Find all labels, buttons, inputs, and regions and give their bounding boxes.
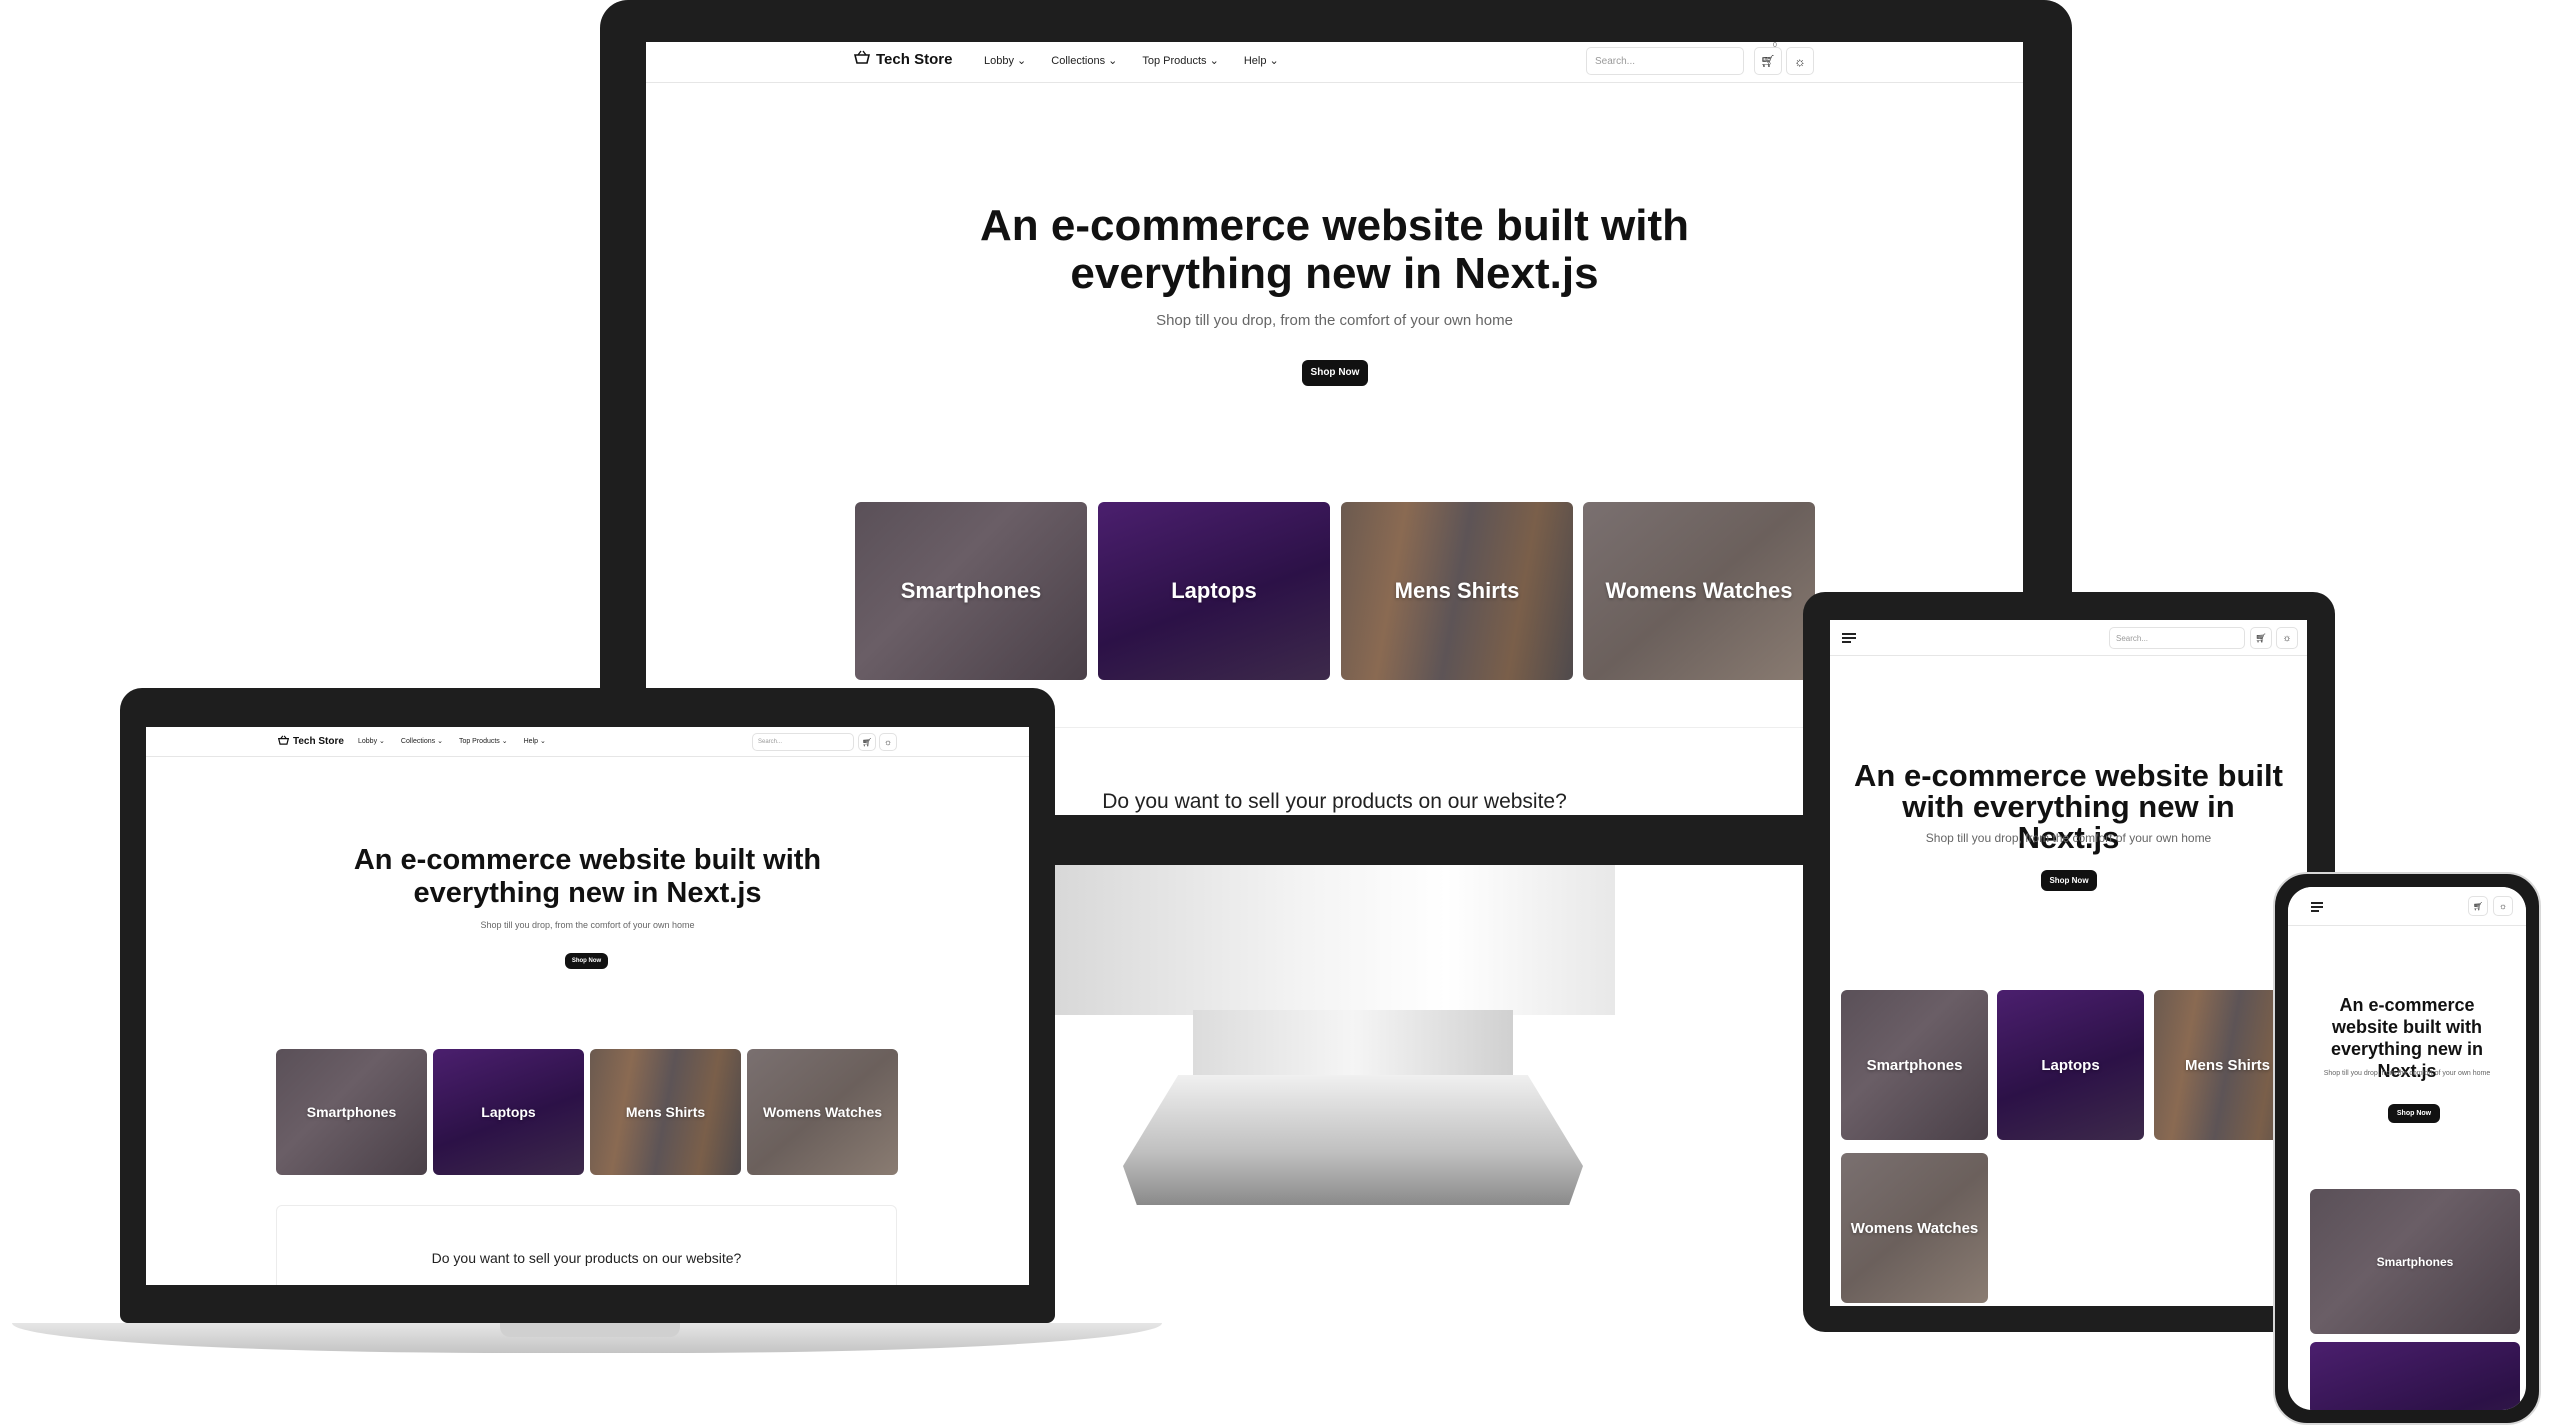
category-card-smartphones[interactable]: Smartphones <box>2310 1189 2520 1334</box>
category-card-laptops[interactable]: Laptops <box>2310 1342 2520 1410</box>
theme-toggle-button[interactable]: ☼ <box>2493 896 2513 916</box>
cart-button[interactable]: 🛒︎ <box>2250 627 2272 649</box>
sell-prompt: Do you want to sell your products on our… <box>431 1250 742 1266</box>
category-card-laptops[interactable]: Laptops <box>433 1049 584 1175</box>
category-card-laptops[interactable]: Laptops <box>1997 990 2144 1140</box>
category-card-laptops[interactable]: Laptops <box>1098 502 1330 680</box>
menu-top-products[interactable]: Top Products ⌄ <box>1142 54 1218 67</box>
category-card-mens-shirts[interactable]: Mens Shirts <box>1341 502 1573 680</box>
theme-toggle-button[interactable]: ☼ <box>1786 47 1814 75</box>
sun-icon: ☼ <box>1794 53 1806 69</box>
menu-lobby[interactable]: Lobby ⌄ <box>984 54 1026 67</box>
cart-icon: 🛒︎ <box>861 737 873 747</box>
menu-collections[interactable]: Collections ⌄ <box>1051 54 1117 67</box>
navbar: Tech Store Lobby ⌄ Collections ⌄ Top Pro… <box>646 42 2023 83</box>
brand-name: Tech Store <box>293 736 344 747</box>
navbar: 🛒︎ ☼ <box>2288 887 2526 926</box>
hero-subtitle: Shop till you drop, from the comfort of … <box>2323 1070 2491 1077</box>
search-input[interactable]: Search... <box>752 733 854 751</box>
menu-lobby[interactable]: Lobby ⌄ <box>358 737 385 745</box>
laptop-screen: Tech Store Lobby ⌄ Collections ⌄ Top Pro… <box>146 727 1029 1285</box>
cart-button[interactable]: 🛒︎ <box>858 733 876 751</box>
brand-logo[interactable]: Tech Store <box>853 50 953 68</box>
hero-subtitle: Shop till you drop, from the comfort of … <box>480 920 695 930</box>
shop-now-button[interactable]: Shop Now <box>565 953 608 969</box>
hero-subtitle: Shop till you drop, from the comfort of … <box>1925 831 2212 845</box>
shop-now-button[interactable]: Shop Now <box>1302 360 1368 386</box>
cart-icon: 🛒︎ <box>2472 901 2484 911</box>
menu-help[interactable]: Help ⌄ <box>524 737 546 745</box>
category-card-womens-watches[interactable]: Womens Watches <box>1841 1153 1988 1303</box>
shop-now-button[interactable]: Shop Now <box>2388 1104 2440 1123</box>
brand-name: Tech Store <box>876 50 953 68</box>
cart-button[interactable]: 🛒︎ <box>1754 47 1782 75</box>
shop-now-button[interactable]: Shop Now <box>2041 870 2097 891</box>
sell-section-card: Do you want to sell your products on our… <box>276 1205 897 1285</box>
sun-icon: ☼ <box>2498 901 2508 911</box>
hamburger-menu-icon[interactable] <box>2311 902 2323 914</box>
navbar: Search... 🛒︎ ☼ <box>1830 620 2307 656</box>
menu-top-products[interactable]: Top Products ⌄ <box>459 737 508 745</box>
tablet-screen: Search... 🛒︎ ☼ An e-commerce website bui… <box>1830 620 2307 1306</box>
sun-icon: ☼ <box>2282 632 2292 644</box>
cart-icon: 🛒︎ <box>1760 54 1776 68</box>
hero-title: An e-commerce website built with everyth… <box>353 844 822 909</box>
phone-screen: 🛒︎ ☼ An e-commerce website built with ev… <box>2288 887 2526 1410</box>
hero-title: An e-commerce website built with everyth… <box>2330 995 2484 1081</box>
hero-title: An e-commerce website built with everyth… <box>979 201 1690 298</box>
hero-subtitle: Shop till you drop, from the comfort of … <box>1156 312 1513 329</box>
category-card-womens-watches[interactable]: Womens Watches <box>747 1049 898 1175</box>
navbar: Tech Store Lobby ⌄ Collections ⌄ Top Pro… <box>146 727 1029 757</box>
menu-help[interactable]: Help ⌄ <box>1244 54 1279 67</box>
basket-icon <box>853 50 871 68</box>
main-menu: Lobby ⌄ Collections ⌄ Top Products ⌄ Hel… <box>358 737 546 745</box>
category-card-mens-shirts[interactable]: Mens Shirts <box>590 1049 741 1175</box>
search-input[interactable]: Search... <box>1586 47 1744 75</box>
brand-logo[interactable]: Tech Store <box>277 735 344 748</box>
theme-toggle-button[interactable]: ☼ <box>2276 627 2298 649</box>
laptop-notch <box>500 1323 680 1337</box>
monitor-stand-base <box>1123 1075 1583 1205</box>
category-card-smartphones[interactable]: Smartphones <box>855 502 1087 680</box>
monitor-chin <box>1055 815 1800 865</box>
monitor-neck <box>1055 865 1615 1015</box>
category-card-smartphones[interactable]: Smartphones <box>1841 990 1988 1140</box>
cart-count: 0 <box>1773 42 1777 49</box>
main-menu: Lobby ⌄ Collections ⌄ Top Products ⌄ Hel… <box>984 54 1279 67</box>
search-input[interactable]: Search... <box>2109 627 2245 649</box>
cart-icon: 🛒︎ <box>2255 632 2267 643</box>
cart-button[interactable]: 🛒︎ <box>2468 896 2488 916</box>
category-card-smartphones[interactable]: Smartphones <box>276 1049 427 1175</box>
sun-icon: ☼ <box>883 737 893 747</box>
monitor-stand-pole <box>1193 1010 1513 1080</box>
theme-toggle-button[interactable]: ☼ <box>879 733 897 751</box>
menu-collections[interactable]: Collections ⌄ <box>401 737 443 745</box>
category-card-womens-watches[interactable]: Womens Watches <box>1583 502 1815 680</box>
hamburger-menu-icon[interactable] <box>1842 633 1856 645</box>
basket-icon <box>277 735 290 748</box>
